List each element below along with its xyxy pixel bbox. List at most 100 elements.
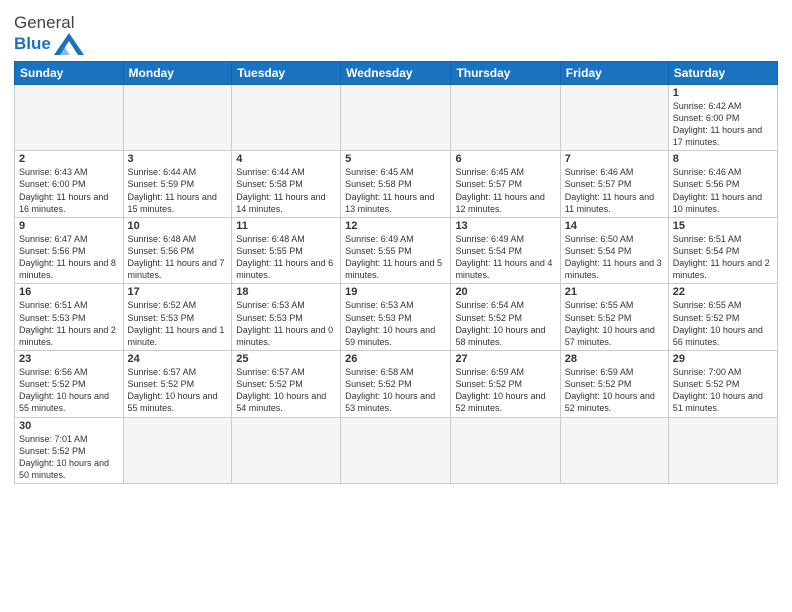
day-number: 14: [565, 220, 664, 232]
header-monday: Monday: [123, 61, 232, 84]
calendar-cell: 12Sunrise: 6:49 AM Sunset: 5:55 PM Dayli…: [341, 217, 451, 284]
day-number: 5: [345, 153, 446, 165]
calendar-cell: [341, 84, 451, 151]
calendar-cell: 6Sunrise: 6:45 AM Sunset: 5:57 PM Daylig…: [451, 151, 560, 218]
day-number: 29: [673, 353, 773, 365]
day-info: Sunrise: 6:50 AM Sunset: 5:54 PM Dayligh…: [565, 233, 664, 282]
calendar-cell: 13Sunrise: 6:49 AM Sunset: 5:54 PM Dayli…: [451, 217, 560, 284]
day-info: Sunrise: 6:59 AM Sunset: 5:52 PM Dayligh…: [455, 366, 555, 415]
day-info: Sunrise: 6:54 AM Sunset: 5:52 PM Dayligh…: [455, 299, 555, 348]
logo: General Blue: [14, 14, 84, 55]
day-number: 23: [19, 353, 119, 365]
header: General Blue: [14, 10, 778, 55]
day-number: 15: [673, 220, 773, 232]
calendar-week-1: 2Sunrise: 6:43 AM Sunset: 6:00 PM Daylig…: [15, 151, 778, 218]
calendar-cell: [560, 417, 668, 484]
calendar-cell: 11Sunrise: 6:48 AM Sunset: 5:55 PM Dayli…: [232, 217, 341, 284]
calendar-cell: 2Sunrise: 6:43 AM Sunset: 6:00 PM Daylig…: [15, 151, 124, 218]
day-number: 28: [565, 353, 664, 365]
day-info: Sunrise: 6:58 AM Sunset: 5:52 PM Dayligh…: [345, 366, 446, 415]
day-info: Sunrise: 7:01 AM Sunset: 5:52 PM Dayligh…: [19, 433, 119, 482]
day-info: Sunrise: 6:52 AM Sunset: 5:53 PM Dayligh…: [128, 299, 228, 348]
calendar-cell: 21Sunrise: 6:55 AM Sunset: 5:52 PM Dayli…: [560, 284, 668, 351]
day-number: 13: [455, 220, 555, 232]
logo-blue: Blue: [14, 34, 51, 54]
day-number: 8: [673, 153, 773, 165]
calendar-cell: 29Sunrise: 7:00 AM Sunset: 5:52 PM Dayli…: [668, 350, 777, 417]
calendar-cell: 18Sunrise: 6:53 AM Sunset: 5:53 PM Dayli…: [232, 284, 341, 351]
day-info: Sunrise: 6:51 AM Sunset: 5:54 PM Dayligh…: [673, 233, 773, 282]
calendar-cell: 24Sunrise: 6:57 AM Sunset: 5:52 PM Dayli…: [123, 350, 232, 417]
calendar-cell: [451, 417, 560, 484]
day-number: 18: [236, 286, 336, 298]
calendar-cell: 22Sunrise: 6:55 AM Sunset: 5:52 PM Dayli…: [668, 284, 777, 351]
calendar-cell: 14Sunrise: 6:50 AM Sunset: 5:54 PM Dayli…: [560, 217, 668, 284]
day-info: Sunrise: 6:46 AM Sunset: 5:56 PM Dayligh…: [673, 166, 773, 215]
day-info: Sunrise: 6:56 AM Sunset: 5:52 PM Dayligh…: [19, 366, 119, 415]
day-info: Sunrise: 6:51 AM Sunset: 5:53 PM Dayligh…: [19, 299, 119, 348]
day-number: 2: [19, 153, 119, 165]
calendar-cell: 25Sunrise: 6:57 AM Sunset: 5:52 PM Dayli…: [232, 350, 341, 417]
header-friday: Friday: [560, 61, 668, 84]
day-number: 22: [673, 286, 773, 298]
calendar-cell: 16Sunrise: 6:51 AM Sunset: 5:53 PM Dayli…: [15, 284, 124, 351]
calendar-cell: 20Sunrise: 6:54 AM Sunset: 5:52 PM Dayli…: [451, 284, 560, 351]
day-info: Sunrise: 6:59 AM Sunset: 5:52 PM Dayligh…: [565, 366, 664, 415]
header-wednesday: Wednesday: [341, 61, 451, 84]
day-info: Sunrise: 7:00 AM Sunset: 5:52 PM Dayligh…: [673, 366, 773, 415]
calendar-cell: 30Sunrise: 7:01 AM Sunset: 5:52 PM Dayli…: [15, 417, 124, 484]
calendar-cell: 1Sunrise: 6:42 AM Sunset: 6:00 PM Daylig…: [668, 84, 777, 151]
calendar-header-row: SundayMondayTuesdayWednesdayThursdayFrid…: [15, 61, 778, 84]
calendar-cell: 27Sunrise: 6:59 AM Sunset: 5:52 PM Dayli…: [451, 350, 560, 417]
day-number: 27: [455, 353, 555, 365]
day-info: Sunrise: 6:48 AM Sunset: 5:55 PM Dayligh…: [236, 233, 336, 282]
day-number: 1: [673, 87, 773, 99]
day-number: 17: [128, 286, 228, 298]
calendar-cell: 23Sunrise: 6:56 AM Sunset: 5:52 PM Dayli…: [15, 350, 124, 417]
header-saturday: Saturday: [668, 61, 777, 84]
day-number: 10: [128, 220, 228, 232]
day-number: 19: [345, 286, 446, 298]
day-info: Sunrise: 6:57 AM Sunset: 5:52 PM Dayligh…: [236, 366, 336, 415]
day-info: Sunrise: 6:53 AM Sunset: 5:53 PM Dayligh…: [345, 299, 446, 348]
day-info: Sunrise: 6:45 AM Sunset: 5:57 PM Dayligh…: [455, 166, 555, 215]
day-number: 6: [455, 153, 555, 165]
calendar-cell: 8Sunrise: 6:46 AM Sunset: 5:56 PM Daylig…: [668, 151, 777, 218]
calendar-cell: 5Sunrise: 6:45 AM Sunset: 5:58 PM Daylig…: [341, 151, 451, 218]
day-info: Sunrise: 6:55 AM Sunset: 5:52 PM Dayligh…: [565, 299, 664, 348]
calendar-week-5: 30Sunrise: 7:01 AM Sunset: 5:52 PM Dayli…: [15, 417, 778, 484]
calendar-cell: [560, 84, 668, 151]
day-number: 16: [19, 286, 119, 298]
day-info: Sunrise: 6:44 AM Sunset: 5:59 PM Dayligh…: [128, 166, 228, 215]
day-info: Sunrise: 6:42 AM Sunset: 6:00 PM Dayligh…: [673, 100, 773, 149]
logo-icon: [54, 33, 84, 55]
header-tuesday: Tuesday: [232, 61, 341, 84]
calendar-table: SundayMondayTuesdayWednesdayThursdayFrid…: [14, 61, 778, 484]
calendar-cell: 19Sunrise: 6:53 AM Sunset: 5:53 PM Dayli…: [341, 284, 451, 351]
calendar-cell: [232, 84, 341, 151]
calendar-week-2: 9Sunrise: 6:47 AM Sunset: 5:56 PM Daylig…: [15, 217, 778, 284]
day-number: 30: [19, 420, 119, 432]
calendar-cell: [123, 417, 232, 484]
calendar-cell: 26Sunrise: 6:58 AM Sunset: 5:52 PM Dayli…: [341, 350, 451, 417]
calendar-cell: [123, 84, 232, 151]
header-thursday: Thursday: [451, 61, 560, 84]
day-info: Sunrise: 6:57 AM Sunset: 5:52 PM Dayligh…: [128, 366, 228, 415]
day-info: Sunrise: 6:55 AM Sunset: 5:52 PM Dayligh…: [673, 299, 773, 348]
calendar-week-4: 23Sunrise: 6:56 AM Sunset: 5:52 PM Dayli…: [15, 350, 778, 417]
day-number: 26: [345, 353, 446, 365]
header-sunday: Sunday: [15, 61, 124, 84]
day-number: 3: [128, 153, 228, 165]
day-info: Sunrise: 6:46 AM Sunset: 5:57 PM Dayligh…: [565, 166, 664, 215]
day-number: 24: [128, 353, 228, 365]
day-info: Sunrise: 6:45 AM Sunset: 5:58 PM Dayligh…: [345, 166, 446, 215]
day-number: 25: [236, 353, 336, 365]
calendar-cell: 4Sunrise: 6:44 AM Sunset: 5:58 PM Daylig…: [232, 151, 341, 218]
logo-general: General: [14, 13, 74, 32]
calendar-cell: 9Sunrise: 6:47 AM Sunset: 5:56 PM Daylig…: [15, 217, 124, 284]
calendar-cell: [232, 417, 341, 484]
day-number: 11: [236, 220, 336, 232]
page-container: General Blue SundayMondayTuesday: [0, 0, 792, 490]
day-info: Sunrise: 6:53 AM Sunset: 5:53 PM Dayligh…: [236, 299, 336, 348]
day-number: 9: [19, 220, 119, 232]
